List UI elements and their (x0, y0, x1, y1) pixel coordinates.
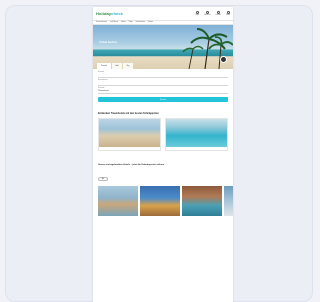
tab-hotel[interactable]: Hotel (112, 63, 122, 69)
hotels-section-title: Unsere meistgebuchten Hotels – jetzt die… (98, 164, 165, 166)
hero-banner: Urlaub buchen Pauschal Hotel Flug (93, 25, 233, 69)
deal-image (99, 119, 160, 147)
hotel-image (224, 186, 233, 216)
hotel-image (182, 186, 222, 216)
hotel-card[interactable] (182, 186, 222, 222)
menu-label: Menü (226, 14, 230, 16)
tab-pauschal[interactable]: Pauschal (97, 63, 111, 69)
wishlist-label: Merkliste (204, 14, 211, 16)
menu-button[interactable]: Menü (226, 11, 230, 16)
top-header: Holiday check Login Merkliste Kontakt Me… (93, 7, 233, 20)
logo-text-2: check (111, 11, 123, 16)
nav-item-pauschal[interactable]: Pauschalreisen (96, 22, 107, 23)
website-preview[interactable]: Holiday check Login Merkliste Kontakt Me… (93, 7, 233, 302)
nav-item-hotels[interactable]: Hotels (121, 22, 126, 23)
wishlist-button[interactable]: Merkliste (204, 11, 211, 16)
hotel-card[interactable] (98, 186, 138, 222)
contact-button[interactable]: Kontakt (216, 11, 221, 16)
hotel-card[interactable] (140, 186, 180, 222)
deal-card[interactable] (165, 118, 228, 151)
travelers-value: 2 Erwachsene (98, 89, 109, 92)
deals-row (93, 115, 233, 151)
hotel-card[interactable] (224, 186, 233, 222)
hotel-image (140, 186, 180, 216)
hotel-image (98, 186, 138, 216)
travelers-field[interactable]: Reisende 2 Erwachsene (98, 88, 228, 94)
nav-item-reisen[interactable]: Reisen (148, 22, 153, 23)
nav-item-ferienhaeuser[interactable]: Ferienhäuser (136, 22, 145, 23)
tab-flug[interactable]: Flug (123, 63, 133, 69)
rating-badge (220, 56, 227, 63)
logo-text-1: Holiday (96, 11, 112, 16)
brand-logo[interactable]: Holiday check (96, 11, 123, 16)
filter-pill[interactable]: Alle (98, 177, 108, 181)
search-tabs: Pauschal Hotel Flug (97, 63, 133, 69)
search-button[interactable]: Suchen (98, 97, 228, 102)
hotels-carousel (93, 184, 233, 222)
deal-image (166, 119, 227, 147)
hero-title: Urlaub buchen (99, 41, 118, 44)
date-field[interactable]: Reisezeitraum (98, 80, 228, 86)
nav-item-lastminute[interactable]: Last Minute (110, 22, 118, 23)
destination-label: Reiseziel (98, 72, 105, 73)
login-button[interactable]: Login (195, 11, 199, 16)
contact-label: Kontakt (215, 14, 221, 16)
search-form: Reiseziel Reisezeitraum Reisende 2 Erwac… (93, 69, 233, 107)
nav-item-fluege[interactable]: Flüge (129, 22, 133, 23)
deal-card[interactable] (98, 118, 161, 151)
login-label: Login (195, 14, 200, 16)
date-label: Reisezeitraum (98, 80, 108, 81)
destination-field[interactable]: Reiseziel (98, 72, 228, 78)
header-icons: Login Merkliste Kontakt Menü (195, 11, 230, 16)
